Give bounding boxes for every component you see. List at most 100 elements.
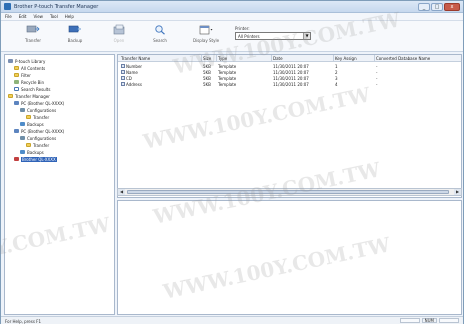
column-separator[interactable] — [201, 55, 202, 62]
column-header[interactable]: Converted Database Name — [376, 56, 430, 61]
tree-item-label: Backups — [27, 149, 44, 155]
table-cell: - — [376, 82, 378, 87]
column-separator[interactable] — [374, 55, 375, 62]
table-cell: Template — [218, 64, 237, 69]
table-cell: 11/30/2011 20:07 — [273, 70, 309, 75]
display-style-label: Display Style — [192, 38, 220, 43]
display-style-button[interactable]: Display Style — [191, 24, 221, 50]
tree-item-label: PC (Brother QL-XXXX) — [21, 100, 65, 106]
configuration-icon — [20, 108, 25, 112]
tree-item[interactable]: PC (Brother QL-XXXX) — [14, 128, 64, 134]
table-cell: 11/30/2011 20:07 — [273, 64, 309, 69]
minimize-button[interactable]: _ — [418, 3, 430, 11]
transfer-button[interactable]: Transfer — [21, 24, 45, 50]
tree-item[interactable]: Recycle Bin — [14, 79, 44, 85]
open-label: Open — [113, 38, 125, 43]
transfer-name-cell: Address — [121, 82, 142, 87]
tree-item-label: P-touch Library — [15, 58, 46, 64]
tree-item[interactable]: All Contents — [14, 65, 45, 71]
tree-item[interactable]: Transfer — [26, 114, 49, 120]
horizontal-scrollbar[interactable]: ◀ ▶ — [117, 188, 462, 196]
tree-item-label: Transfer — [33, 142, 50, 148]
menu-help[interactable]: Help — [65, 14, 74, 19]
menu-file[interactable]: File — [5, 14, 12, 19]
folder-icon — [26, 115, 31, 119]
tree-item[interactable]: Search Results — [14, 86, 50, 92]
chevron-down-icon[interactable]: ▼ — [303, 33, 310, 39]
tree-item-label: Recycle Bin — [21, 79, 45, 85]
open-button[interactable]: Open — [107, 24, 131, 50]
transfer-name-cell: CD — [121, 76, 132, 81]
tree-item[interactable]: Brother QL-XXXX — [14, 156, 57, 162]
scrollbar-thumb[interactable] — [127, 190, 449, 194]
tree-item-label: Transfer — [33, 114, 50, 120]
backup-button[interactable]: Backup — [63, 24, 87, 50]
column-header[interactable]: Size — [203, 56, 211, 61]
search-label: Search — [153, 38, 167, 43]
status-panel-2 — [439, 318, 459, 323]
tree-item-label: Search Results — [21, 86, 51, 92]
table-cell: 11/30/2011 20:07 — [273, 82, 309, 87]
open-icon — [113, 24, 125, 35]
column-separator[interactable] — [333, 55, 334, 62]
tree-item[interactable]: Configurations — [20, 135, 56, 141]
transfer-name-cell: Number — [121, 64, 142, 69]
display-style-icon — [199, 25, 213, 35]
library-icon — [8, 59, 13, 63]
tree-item-label: Configurations — [27, 107, 57, 113]
app-window: Brother P-touch Transfer Manager _ □ x F… — [0, 0, 464, 324]
column-header[interactable]: Key Assign — [335, 56, 357, 61]
search-icon — [14, 87, 19, 91]
title-bar: Brother P-touch Transfer Manager _ □ x — [1, 1, 463, 13]
table-cell: 5KB — [203, 64, 211, 69]
column-separator[interactable] — [271, 55, 272, 62]
app-icon — [4, 3, 11, 10]
column-header[interactable]: Type — [218, 56, 227, 61]
table-cell: 2 — [335, 70, 338, 75]
printer-dropdown[interactable]: All Printers ▼ — [235, 32, 311, 40]
template-list: Transfer Name Size Type Date Key Assign Conve… — [117, 54, 462, 198]
num-lock-indicator: NUM — [421, 318, 437, 323]
column-separator[interactable] — [216, 55, 217, 62]
maximize-button[interactable]: □ — [431, 3, 443, 11]
template-file-icon — [121, 70, 125, 74]
close-button[interactable]: x — [444, 3, 460, 11]
tree-item[interactable]: Backups — [20, 149, 44, 155]
search-icon — [155, 25, 165, 35]
folder-tree: P-touch Library All Contents Filter Recycle… — [4, 54, 115, 315]
tree-item-label: Filter — [21, 72, 31, 78]
tree-item[interactable]: Transfer Manager — [8, 93, 50, 99]
table-cell: 5KB — [203, 82, 211, 87]
tree-item-label: All Contents — [21, 65, 46, 71]
backup-icon — [68, 25, 81, 33]
tree-item[interactable]: Backups — [20, 121, 44, 127]
tree-item[interactable]: P-touch Library — [8, 58, 45, 64]
printer-icon — [14, 157, 19, 161]
table-cell: 11/30/2011 20:07 — [273, 76, 309, 81]
folder-icon — [26, 143, 31, 147]
tree-item[interactable]: Filter — [14, 72, 31, 78]
scroll-right-icon[interactable]: ▶ — [454, 189, 461, 195]
menu-edit[interactable]: Edit — [19, 14, 27, 19]
tree-item[interactable]: PC (Brother QL-XXXX) — [14, 100, 64, 106]
table-cell: - — [376, 76, 378, 81]
table-row[interactable]: CD 5KB Template 11/30/2011 20:07 3 - — [118, 76, 461, 81]
search-button[interactable]: Search — [148, 24, 172, 50]
folder-icon — [14, 73, 19, 77]
column-header[interactable]: Date — [273, 56, 283, 61]
menu-view[interactable]: View — [33, 14, 43, 19]
preview-pane — [117, 200, 462, 315]
scroll-left-icon[interactable]: ◀ — [118, 189, 125, 195]
list-header: Transfer Name Size Type Date Key Assign Conve… — [118, 55, 461, 62]
column-header[interactable]: Transfer Name — [121, 56, 150, 61]
tree-item[interactable]: Configurations — [20, 107, 56, 113]
configuration-icon — [20, 136, 25, 140]
table-row[interactable]: Name 5KB Template 11/30/2011 20:07 2 - — [118, 70, 461, 75]
status-indicators: NUM — [399, 318, 459, 323]
table-row[interactable]: Address 5KB Template 11/30/2011 20:07 4 - — [118, 82, 461, 87]
table-row[interactable]: Number 5KB Template 11/30/2011 20:07 1 - — [118, 64, 461, 69]
status-bar: For Help, press F1 NUM — [1, 316, 463, 324]
folder-icon — [14, 66, 19, 70]
tree-item[interactable]: Transfer — [26, 142, 49, 148]
menu-tool[interactable]: Tool — [50, 14, 58, 19]
